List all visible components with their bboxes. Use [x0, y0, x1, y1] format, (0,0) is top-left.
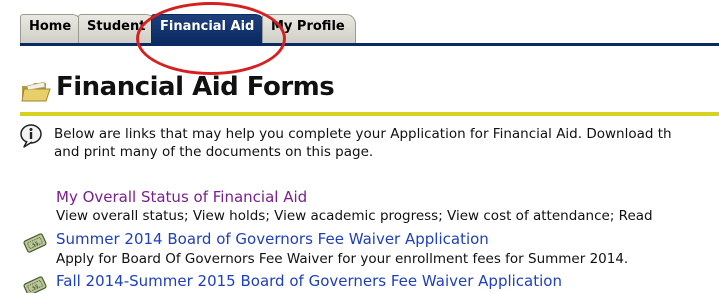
coupon-icon: $$ — [23, 233, 47, 253]
info-icon — [20, 124, 42, 148]
fall-2014-summer-2015-fee-waiver-link[interactable]: Fall 2014-Summer 2015 Board of Governers… — [56, 272, 562, 290]
folder-icon — [21, 81, 51, 102]
intro-line-2: and print many of the documents on this … — [54, 144, 374, 160]
overall-status-description: View overall status; View holds; View ac… — [56, 208, 653, 224]
summer-2014-fee-waiver-link[interactable]: Summer 2014 Board of Governors Fee Waive… — [56, 230, 489, 248]
intro-text: Below are links that may help you comple… — [54, 125, 719, 161]
summer-2014-fee-waiver-description: Apply for Board Of Governors Fee Waiver … — [56, 251, 629, 267]
page-title-row: Financial Aid Forms — [20, 72, 719, 108]
title-divider — [20, 112, 719, 116]
tab-student[interactable]: Student — [78, 14, 157, 43]
coupon-icon: $$ — [23, 276, 47, 293]
tab-bar: Home Student Financial Aid My Profile — [0, 0, 719, 46]
intro-line-1: Below are links that may help you comple… — [54, 126, 672, 142]
overall-status-link[interactable]: My Overall Status of Financial Aid — [56, 188, 307, 206]
tab-financial-aid[interactable]: Financial Aid — [151, 14, 266, 43]
tab-my-profile[interactable]: My Profile — [262, 14, 356, 43]
tab-home[interactable]: Home — [20, 14, 83, 43]
tab-underline — [20, 43, 719, 46]
page-title: Financial Aid Forms — [56, 72, 335, 102]
